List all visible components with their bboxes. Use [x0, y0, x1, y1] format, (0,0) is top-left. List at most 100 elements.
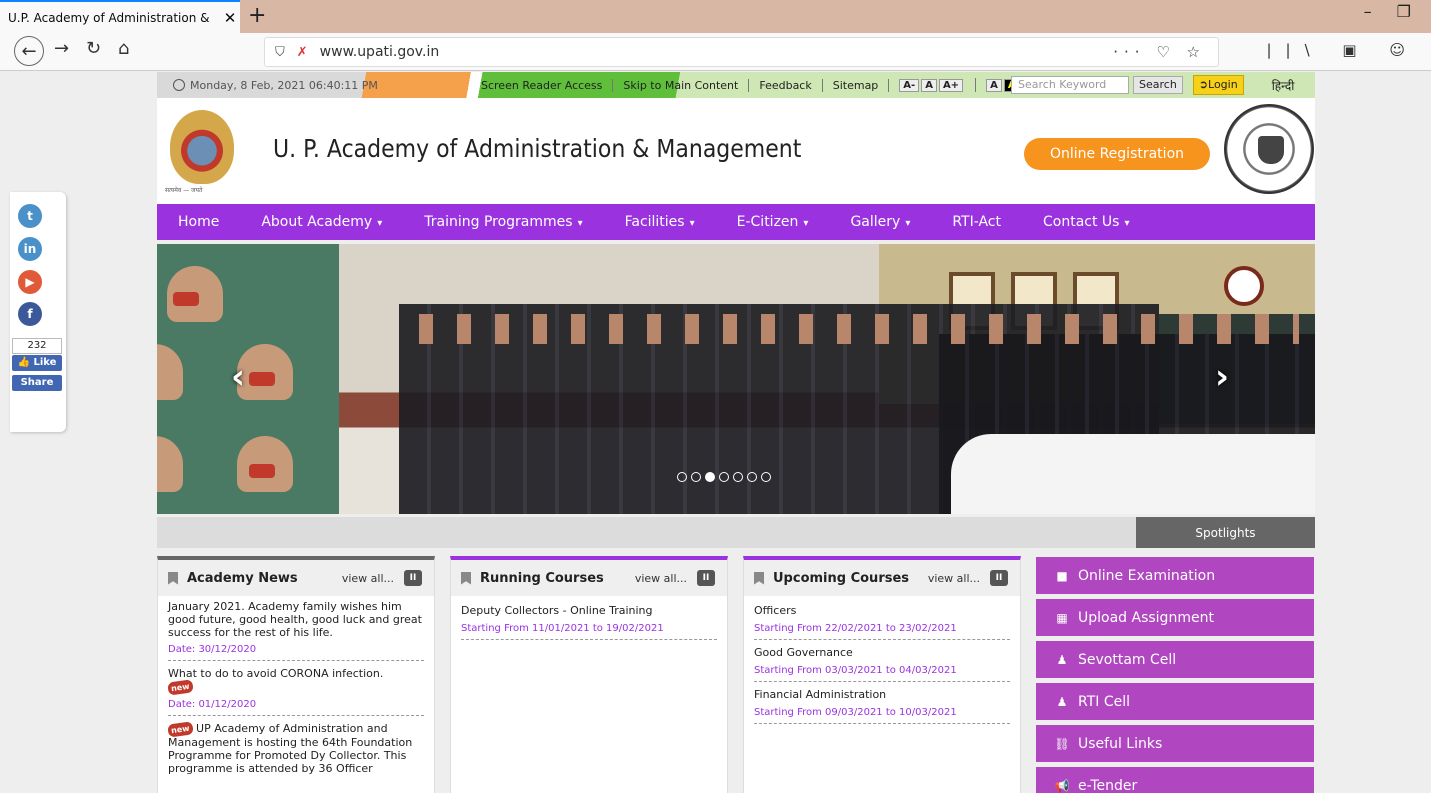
pause-icon[interactable]: II [697, 570, 715, 586]
skip-content-link[interactable]: Skip to Main Content [613, 78, 750, 92]
youtube-icon[interactable]: ▶ [18, 270, 42, 294]
user-icon: ♟ [1056, 694, 1068, 709]
font-normal-button[interactable]: A [921, 79, 937, 92]
course-title[interactable]: Deputy Collectors - Online Training [461, 604, 717, 617]
logo-caption: सत्यमेव — जयते [165, 187, 203, 194]
window-controls[interactable]: – ❐ [1364, 2, 1421, 21]
academy-seal-icon [170, 110, 234, 184]
e-tender-button[interactable]: 📢 e-Tender [1036, 767, 1314, 793]
hindi-link[interactable]: हिन्दी [1272, 77, 1295, 94]
screen-reader-link[interactable]: Screen Reader Access [471, 78, 614, 92]
pause-icon[interactable]: II [990, 570, 1008, 586]
bookmark-icon [461, 571, 471, 585]
home-icon[interactable]: ⌂ [118, 38, 129, 59]
search-button[interactable]: Search [1133, 76, 1183, 94]
list-item[interactable]: new UP Academy of Administration and Man… [167, 721, 424, 775]
course-dates: Starting From 09/03/2021 to 10/03/2021 [754, 707, 1010, 724]
reload-icon[interactable]: ↻ [86, 38, 101, 59]
quick-links: ■ Online Examination ▦ Upload Assignment ♟… [1036, 557, 1314, 793]
nav-about-academy[interactable]: About Academy ▾ [240, 214, 403, 230]
news-date: Date: 01/12/2020 [168, 699, 424, 716]
nav-contact-us[interactable]: Contact Us ▾ [1022, 214, 1151, 230]
running-courses-panel: Running Courses view all... II Deputy Co… [450, 556, 728, 793]
tab-close-icon[interactable]: ✕ [220, 9, 240, 27]
forward-icon[interactable]: → [54, 38, 69, 59]
clock-icon [173, 78, 185, 91]
image-slider[interactable]: ‹ › [157, 244, 1315, 514]
insecure-lock-icon[interactable]: ✗ [297, 45, 308, 60]
view-all-link[interactable]: view all... [635, 572, 687, 585]
datetime: Monday, 8 Feb, 2021 06:40:11 PM [190, 78, 378, 92]
slider-dot[interactable] [733, 472, 743, 482]
like-button[interactable]: 👍 Like [12, 355, 62, 371]
online-examination-button[interactable]: ■ Online Examination [1036, 557, 1314, 594]
view-all-link[interactable]: view all... [928, 572, 980, 585]
megaphone-icon: 📢 [1054, 778, 1070, 793]
sitemap-link[interactable]: Sitemap [823, 78, 890, 92]
new-badge-icon: new [167, 679, 194, 696]
chevron-down-icon: ▾ [803, 218, 809, 229]
url-text[interactable]: www.upati.gov.in [320, 44, 440, 60]
search-input[interactable]: Search Keyword [1011, 76, 1129, 94]
nav-home[interactable]: Home [157, 214, 240, 230]
url-actions-icon[interactable]: ··· ♡ ☆ [1113, 43, 1206, 61]
course-title[interactable]: Good Governance [754, 646, 1010, 659]
slider-dot[interactable] [761, 472, 771, 482]
list-item[interactable]: January 2021. Academy family wishes him … [168, 600, 424, 639]
utility-links: Screen Reader Access Skip to Main Conten… [471, 78, 1032, 92]
panel-title: Academy News [187, 570, 298, 586]
main-navigation: Home About Academy ▾ Training Programmes ▾… [157, 204, 1315, 240]
twitter-icon[interactable]: t [18, 204, 42, 228]
shield-icon[interactable]: ⛉ [275, 45, 285, 60]
nav-training-programmes[interactable]: Training Programmes ▾ [403, 214, 603, 230]
font-increase-button[interactable]: A+ [938, 79, 964, 92]
rti-cell-button[interactable]: ♟ RTI Cell [1036, 683, 1314, 720]
course-dates: Starting From 03/03/2021 to 04/03/2021 [754, 665, 1010, 682]
toolbar-icons[interactable]: ||\ ▣ ☺ [1266, 41, 1419, 59]
nav-gallery[interactable]: Gallery ▾ [829, 214, 931, 230]
url-bar[interactable]: ⛉ ✗ www.upati.gov.in ··· ♡ ☆ [264, 37, 1219, 67]
upload-assignment-button[interactable]: ▦ Upload Assignment [1036, 599, 1314, 636]
page: Monday, 8 Feb, 2021 06:40:11 PM Screen R… [0, 71, 1431, 793]
slider-dot[interactable] [691, 472, 701, 482]
useful-links-button[interactable]: ⛓ Useful Links [1036, 725, 1314, 762]
slider-prev-icon[interactable]: ‹ [231, 360, 261, 396]
course-title[interactable]: Officers [754, 604, 1010, 617]
nav-facilities[interactable]: Facilities ▾ [604, 214, 716, 230]
slider-dot[interactable] [677, 472, 687, 482]
new-tab-button[interactable]: + [248, 3, 266, 28]
browser-tab-bar: U.P. Academy of Administration & ✕ + – ❐ [0, 0, 1431, 33]
academy-logo[interactable]: सत्यमेव — जयते [165, 106, 245, 198]
chevron-down-icon: ▾ [377, 218, 383, 229]
slider-dot-active[interactable] [705, 472, 715, 482]
online-registration-button[interactable]: Online Registration [1024, 138, 1210, 170]
sevottam-cell-button[interactable]: ♟ Sevottam Cell [1036, 641, 1314, 678]
spotlights-bar: Spotlights [157, 517, 1315, 548]
login-button[interactable]: ➲Login [1192, 75, 1244, 95]
font-decrease-button[interactable]: A- [899, 79, 920, 92]
feedback-link[interactable]: Feedback [749, 78, 823, 92]
chevron-down-icon: ▾ [689, 218, 695, 229]
slider-dot[interactable] [719, 472, 729, 482]
slider-dot[interactable] [747, 472, 757, 482]
contrast-normal-button[interactable]: A [986, 79, 1002, 92]
view-all-link[interactable]: view all... [342, 572, 394, 585]
browser-tab[interactable]: U.P. Academy of Administration & ✕ [0, 0, 240, 33]
course-dates: Starting From 22/02/2021 to 23/02/2021 [754, 623, 1010, 640]
list-item[interactable]: What to do to avoid CORONA infection. new [167, 667, 424, 696]
calendar-icon: ▦ [1056, 610, 1068, 625]
back-icon[interactable]: ← [14, 36, 44, 66]
bookmark-icon [168, 571, 178, 585]
like-count: 232 [12, 338, 62, 354]
academy-news-panel: Academy News view all... II January 2021… [157, 556, 435, 793]
site-header: सत्यमेव — जयते U. P. Academy of Administ… [157, 98, 1315, 204]
slider-next-icon[interactable]: › [1215, 360, 1245, 396]
nav-e-citizen[interactable]: E-Citizen ▾ [716, 214, 830, 230]
facebook-icon[interactable]: f [18, 302, 42, 326]
nav-rti-act[interactable]: RTI-Act [931, 214, 1022, 230]
course-title[interactable]: Financial Administration [754, 688, 1010, 701]
pause-icon[interactable]: II [404, 570, 422, 586]
link-icon: ⛓ [1054, 736, 1070, 751]
share-button[interactable]: Share [12, 375, 62, 391]
linkedin-icon[interactable]: in [18, 237, 42, 261]
